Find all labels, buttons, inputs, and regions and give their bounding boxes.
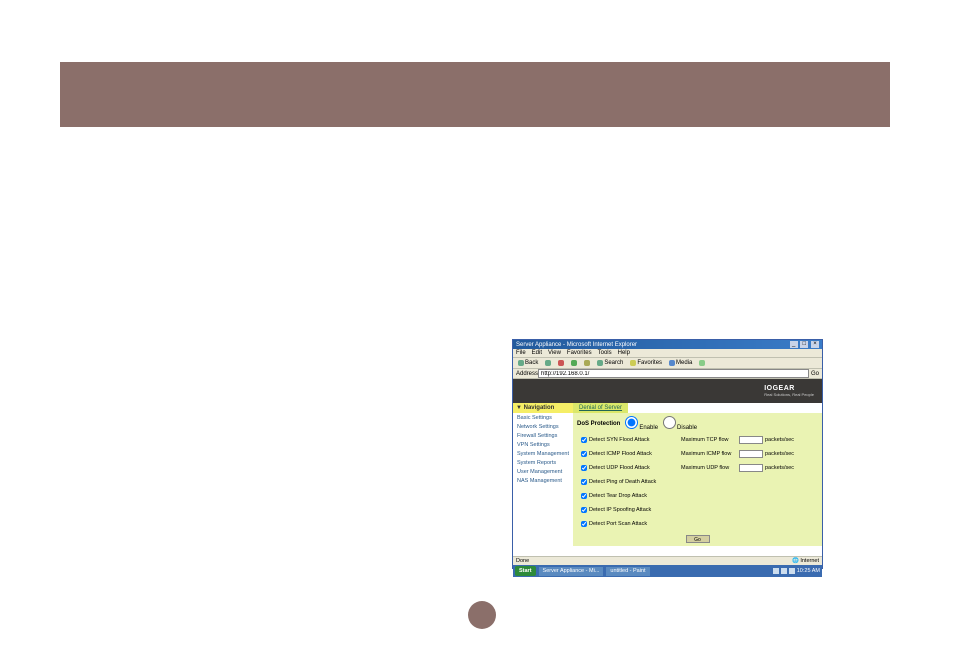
enable-radio[interactable] — [625, 416, 638, 429]
check-ip-spoofing[interactable] — [581, 507, 587, 513]
nav-sidebar: ▼ Navigation Basic Settings Network Sett… — [513, 403, 573, 556]
nav-nas-management[interactable]: NAS Management — [513, 476, 573, 485]
back-button[interactable]: Back — [516, 360, 540, 366]
udp-flow-input[interactable] — [739, 464, 763, 472]
taskbar: Start Server Appliance - Mi... untitled … — [513, 565, 822, 577]
address-input[interactable] — [538, 369, 809, 378]
history-button[interactable] — [697, 360, 707, 366]
dos-panel: DoS Protection Enable Disable Detect SYN… — [573, 413, 822, 546]
tray-icon[interactable] — [773, 568, 779, 574]
brand-logo: IOGEAR — [764, 385, 814, 392]
maximize-button[interactable]: □ — [800, 341, 808, 348]
system-tray: 10:25 AM — [773, 568, 820, 574]
forward-icon — [545, 360, 551, 366]
media-button[interactable]: Media — [667, 360, 694, 366]
window-titlebar[interactable]: Server Appliance - Microsoft Internet Ex… — [513, 340, 822, 349]
status-bar: Done 🌐 Internet — [513, 556, 822, 565]
check-syn-flood[interactable] — [581, 437, 587, 443]
back-icon — [518, 360, 524, 366]
nav-system-management[interactable]: System Management — [513, 449, 573, 458]
menu-tools[interactable]: Tools — [598, 350, 612, 356]
tray-icon[interactable] — [789, 568, 795, 574]
go-button[interactable]: Go — [811, 371, 819, 377]
disable-radio-label[interactable]: Disable — [662, 416, 697, 431]
minimize-button[interactable]: _ — [790, 341, 798, 348]
menu-file[interactable]: File — [516, 350, 526, 356]
check-tear-drop[interactable] — [581, 493, 587, 499]
icmp-flow-input[interactable] — [739, 450, 763, 458]
menu-edit[interactable]: Edit — [532, 350, 542, 356]
start-button[interactable]: Start — [515, 566, 536, 576]
home-button[interactable] — [582, 360, 592, 366]
refresh-button[interactable] — [569, 360, 579, 366]
nav-header[interactable]: ▼ Navigation — [513, 403, 573, 413]
search-button[interactable]: Search — [595, 360, 625, 366]
browser-window: Server Appliance - Microsoft Internet Ex… — [512, 339, 823, 569]
task-ie[interactable]: Server Appliance - Mi... — [539, 567, 604, 576]
nav-basic-settings[interactable]: Basic Settings — [513, 413, 573, 422]
check-port-scan[interactable] — [581, 521, 587, 527]
page-content: IOGEAR Real Solutions, Real People ▼ Nav… — [513, 379, 822, 556]
address-bar: Address Go — [513, 369, 822, 379]
nav-vpn-settings[interactable]: VPN Settings — [513, 440, 573, 449]
menu-help[interactable]: Help — [618, 350, 630, 356]
main-panel: Denial of Server DoS Protection Enable D… — [573, 403, 822, 556]
window-controls: _ □ × — [789, 341, 819, 348]
check-ping-of-death[interactable] — [581, 479, 587, 485]
internet-icon: 🌐 — [792, 558, 799, 564]
brand-tagline: Real Solutions, Real People — [764, 392, 814, 397]
address-label: Address — [516, 371, 538, 377]
dos-protection-label: DoS Protection — [577, 421, 620, 427]
menu-view[interactable]: View — [548, 350, 561, 356]
tray-icon[interactable] — [781, 568, 787, 574]
disable-radio[interactable] — [663, 416, 676, 429]
window-title: Server Appliance - Microsoft Internet Ex… — [516, 342, 789, 348]
nav-firewall-settings[interactable]: Firewall Settings — [513, 431, 573, 440]
status-right: 🌐 Internet — [792, 558, 819, 564]
task-paint[interactable]: untitled - Paint — [606, 567, 649, 576]
section-title: Denial of Server — [573, 403, 628, 413]
enable-radio-label[interactable]: Enable — [624, 416, 658, 431]
update-button[interactable]: Go — [686, 535, 710, 543]
check-icmp-flood[interactable] — [581, 451, 587, 457]
clock: 10:25 AM — [797, 568, 820, 574]
header-banner — [60, 62, 890, 127]
stop-icon — [558, 360, 564, 366]
media-icon — [669, 360, 675, 366]
history-icon — [699, 360, 705, 366]
home-icon — [584, 360, 590, 366]
close-button[interactable]: × — [811, 341, 819, 348]
search-icon — [597, 360, 603, 366]
star-icon — [630, 360, 636, 366]
refresh-icon — [571, 360, 577, 366]
forward-button[interactable] — [543, 360, 553, 366]
brand-header: IOGEAR Real Solutions, Real People — [513, 379, 822, 403]
nav-system-reports[interactable]: System Reports — [513, 458, 573, 467]
page-dot — [468, 601, 496, 629]
nav-network-settings[interactable]: Network Settings — [513, 422, 573, 431]
favorites-button[interactable]: Favorites — [628, 360, 664, 366]
tcp-flow-input[interactable] — [739, 436, 763, 444]
check-udp-flood[interactable] — [581, 465, 587, 471]
menu-bar: File Edit View Favorites Tools Help — [513, 349, 822, 358]
menu-favorites[interactable]: Favorites — [567, 350, 592, 356]
stop-button[interactable] — [556, 360, 566, 366]
status-left: Done — [516, 558, 529, 564]
nav-user-management[interactable]: User Management — [513, 467, 573, 476]
toolbar: Back Search Favorites Media — [513, 358, 822, 369]
